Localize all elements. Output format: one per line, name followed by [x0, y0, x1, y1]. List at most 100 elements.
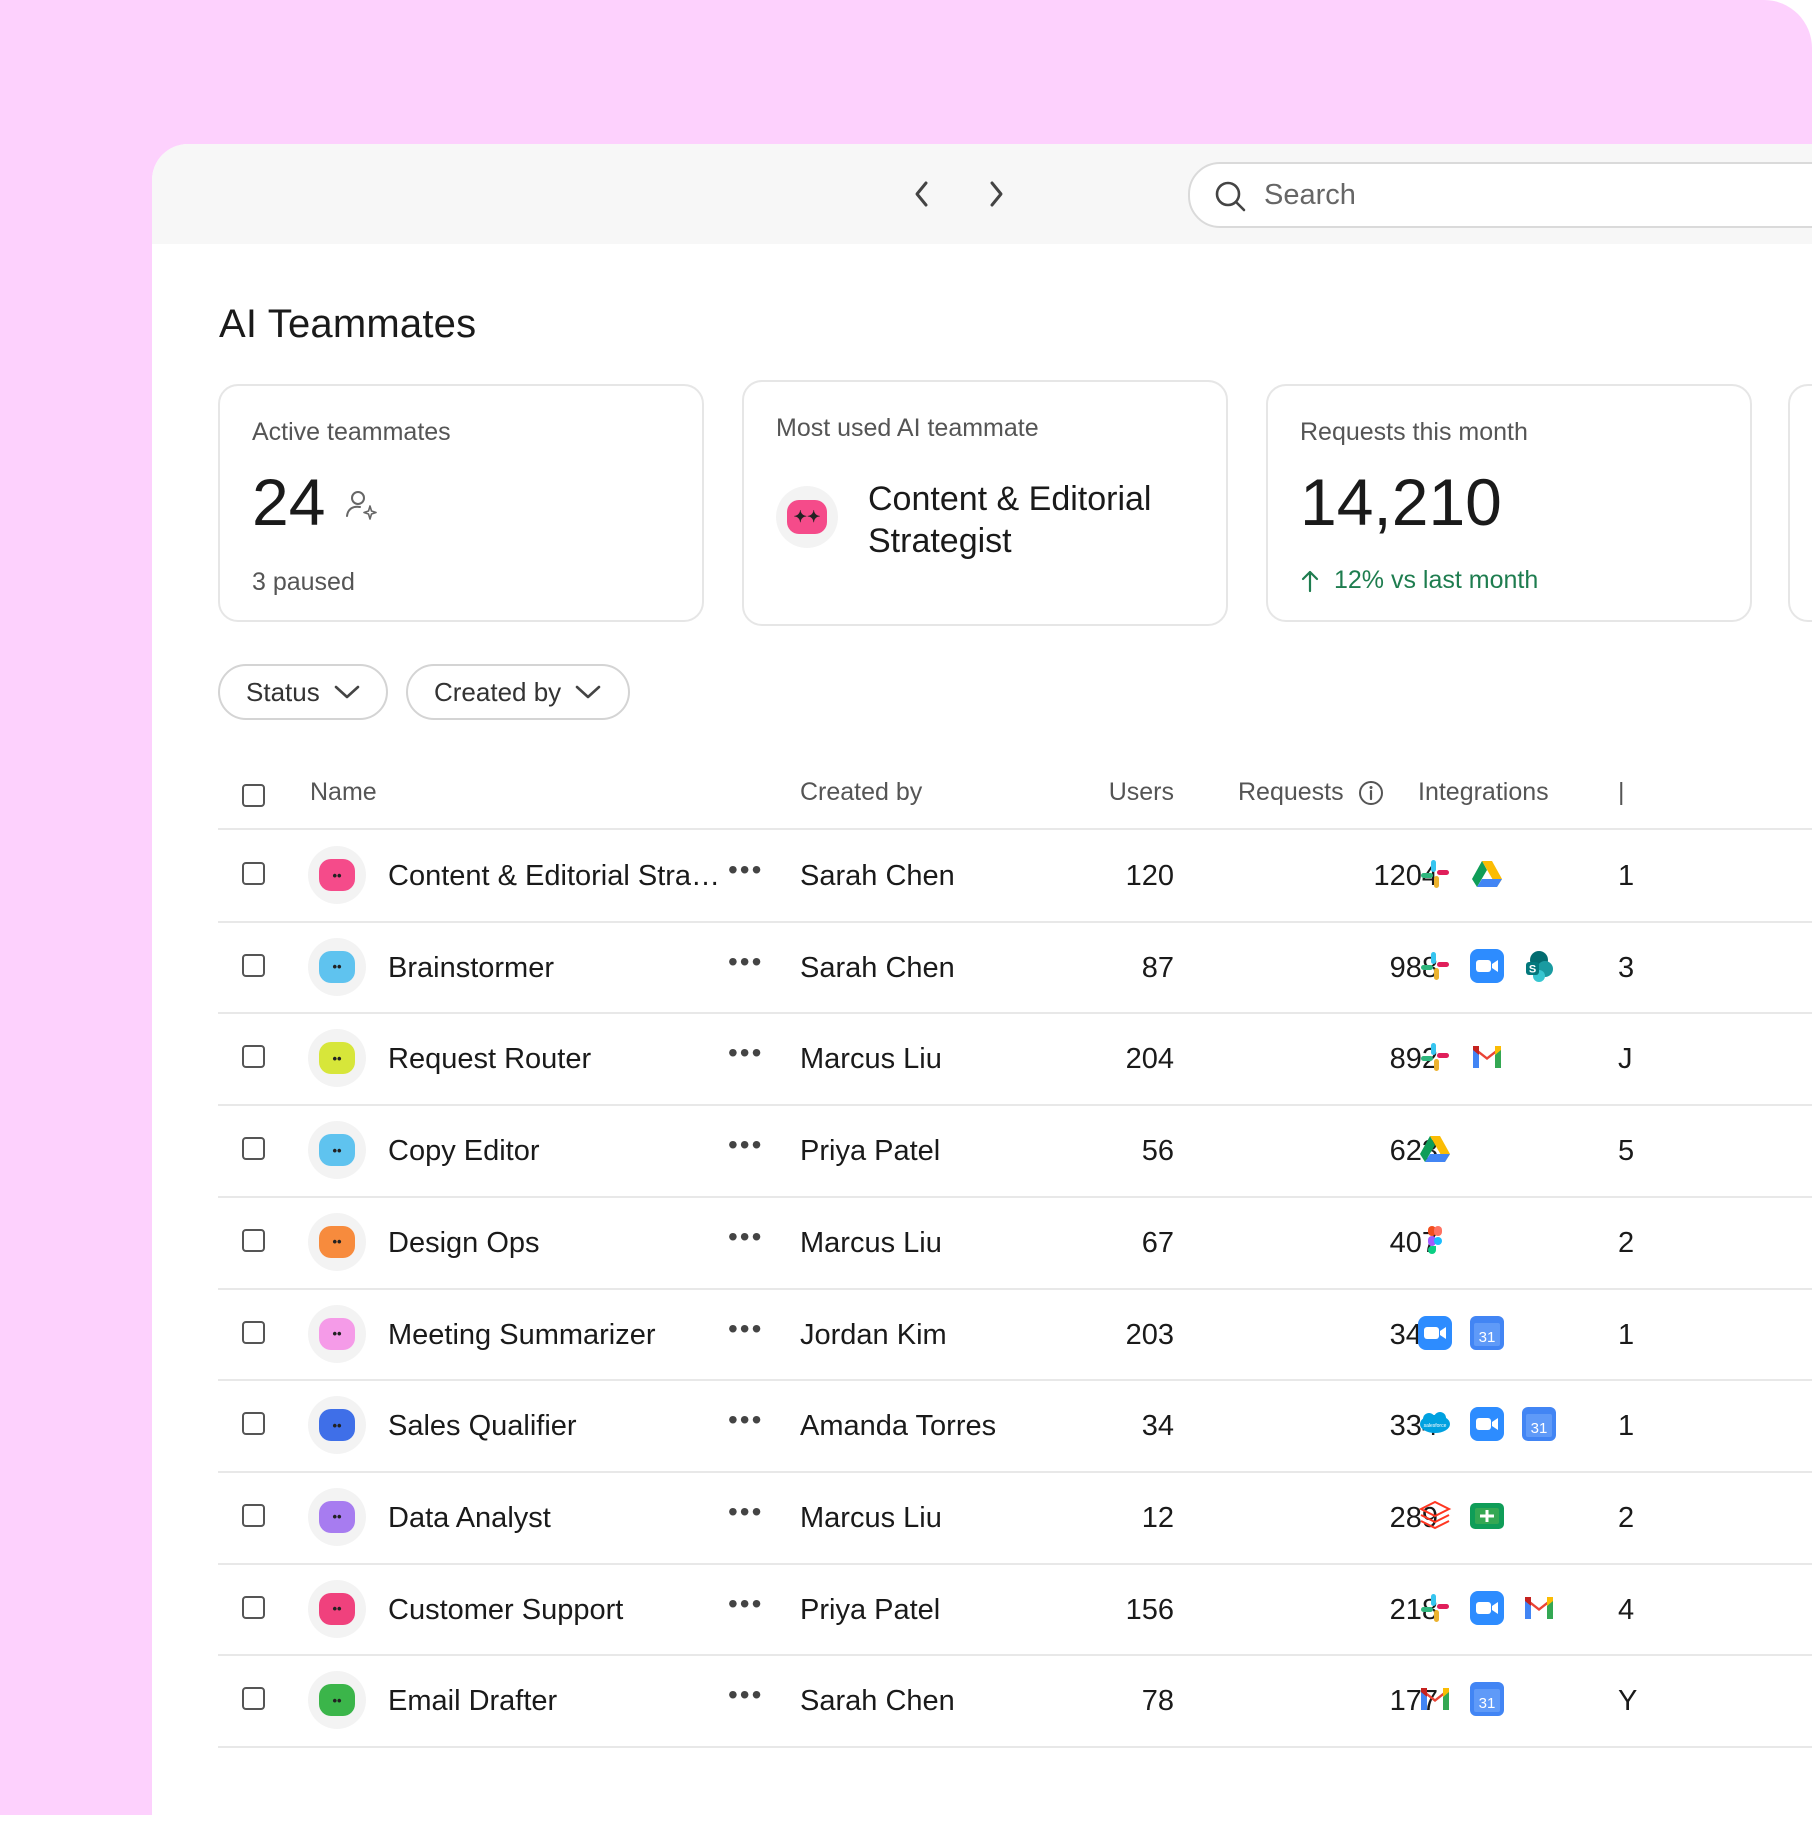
more-options-icon[interactable]: •••: [728, 854, 763, 886]
row-checkbox[interactable]: [242, 1320, 265, 1344]
more-options-icon[interactable]: •••: [728, 1404, 763, 1436]
row-checkbox[interactable]: [242, 1137, 265, 1161]
requests-cell: 334: [1389, 1410, 1438, 1443]
teammate-avatar: ••: [308, 937, 366, 996]
more-options-icon[interactable]: •••: [728, 1221, 763, 1253]
requests-cell: 892: [1389, 1043, 1438, 1076]
table-row[interactable]: •• Sales Qualifier ••• Amanda Torres 34 334 sa…: [218, 1380, 1812, 1470]
row-checkbox[interactable]: [242, 1228, 265, 1252]
more-options-icon[interactable]: •••: [728, 946, 763, 978]
teammate-name[interactable]: Email Drafter: [388, 1685, 728, 1718]
header-requests[interactable]: Requests: [1238, 778, 1384, 807]
header-users[interactable]: Users: [1044, 778, 1174, 807]
teammate-name[interactable]: Request Router: [388, 1043, 728, 1076]
requests-trend: 12% vs last month: [1300, 566, 1538, 595]
avatar-face-icon: ••: [319, 859, 355, 891]
created-by-cell: Jordan Kim: [800, 1318, 947, 1351]
created-by-cell: Priya Patel: [800, 1135, 941, 1168]
info-icon[interactable]: [1358, 780, 1384, 806]
created-by-cell: Sarah Chen: [800, 1685, 955, 1718]
search-input[interactable]: [1262, 174, 1812, 216]
forward-button[interactable]: [976, 174, 1016, 214]
figma-icon: [1418, 1224, 1452, 1258]
truncated-cell: 3: [1618, 951, 1635, 984]
chevron-right-icon: [990, 181, 1003, 207]
truncated-cell: 2: [1618, 1226, 1635, 1259]
google-drive-icon: [1418, 1132, 1452, 1166]
created-by-cell: Amanda Torres: [800, 1410, 997, 1443]
more-options-icon[interactable]: •••: [728, 1037, 763, 1069]
created-by-filter[interactable]: Created by: [406, 664, 630, 720]
row-checkbox[interactable]: [242, 862, 265, 885]
chevron-down-icon: [334, 685, 360, 699]
teammate-name[interactable]: Content & Editorial Strateg...: [388, 860, 728, 893]
table-row[interactable]: •• Email Drafter ••• Sarah Chen 78 177 31 Y: [218, 1655, 1812, 1745]
teammate-name[interactable]: Brainstormer: [388, 952, 728, 985]
row-checkbox[interactable]: [242, 1412, 265, 1436]
sharepoint-icon: S: [1522, 949, 1556, 983]
avatar-face-icon: ••: [319, 1042, 355, 1075]
table-row[interactable]: •• Data Analyst ••• Marcus Liu 12 289 2: [218, 1472, 1812, 1562]
more-options-icon[interactable]: •••: [728, 1679, 763, 1711]
avatar-face-icon: ••: [319, 1409, 355, 1442]
integrations-cell: [1418, 1499, 1504, 1533]
teammate-name[interactable]: Sales Qualifier: [388, 1410, 728, 1443]
back-button[interactable]: [902, 174, 942, 214]
requests-cell: 218: [1389, 1593, 1438, 1626]
table-row[interactable]: •• Meeting Summarizer ••• Jordan Kim 203 341 3…: [218, 1289, 1812, 1379]
table-row[interactable]: •• Content & Editorial Strateg... ••• Sarah…: [218, 830, 1812, 920]
status-filter-label: Status: [246, 676, 320, 707]
table-row[interactable]: •• Brainstormer ••• Sarah Chen 87 988 S 3: [218, 922, 1812, 1012]
teammate-name[interactable]: Meeting Summarizer: [388, 1319, 728, 1352]
integrations-cell: [1418, 1590, 1556, 1625]
databricks-icon: [1418, 1499, 1452, 1533]
row-checkbox[interactable]: [242, 1595, 265, 1619]
row-checkbox[interactable]: [242, 1503, 265, 1527]
avatar-face-icon: ••: [319, 1592, 355, 1625]
header-integrations[interactable]: Integrations: [1418, 778, 1549, 807]
created-by-cell: Priya Patel: [800, 1593, 941, 1626]
table-row[interactable]: •• Customer Support ••• Priya Patel 156 218 4: [218, 1564, 1812, 1654]
avatar-face-icon: ••: [319, 1317, 355, 1350]
table-row[interactable]: •• Request Router ••• Marcus Liu 204 892 J: [218, 1013, 1812, 1103]
trend-text: 12% vs last month: [1334, 566, 1539, 594]
more-options-icon[interactable]: •••: [728, 1313, 763, 1345]
status-filter[interactable]: Status: [218, 664, 388, 720]
salesforce-icon: salesforce: [1418, 1407, 1452, 1441]
teammate-name[interactable]: Data Analyst: [388, 1502, 728, 1535]
table-header: Name Created by Users Requests Integrati…: [218, 756, 1812, 836]
header-requests-label: Requests: [1238, 778, 1344, 806]
table-row[interactable]: •• Design Ops ••• Marcus Liu 67 407 2: [218, 1197, 1812, 1287]
search-box[interactable]: [1188, 162, 1812, 228]
integrations-cell: 31: [1418, 1315, 1504, 1350]
svg-text:31: 31: [1479, 1695, 1496, 1712]
created-by-cell: Marcus Liu: [800, 1043, 942, 1076]
truncated-cell: 1: [1618, 1410, 1635, 1443]
more-options-icon[interactable]: •••: [728, 1588, 763, 1620]
row-checkbox[interactable]: [242, 953, 265, 977]
more-options-icon[interactable]: •••: [728, 1496, 763, 1528]
requests-cell: 341: [1389, 1318, 1438, 1351]
row-checkbox[interactable]: [242, 1045, 265, 1069]
active-teammates-card: Active teammates 24 3 paused: [218, 384, 704, 622]
paused-count: 3 paused: [252, 568, 355, 596]
teammate-name[interactable]: Copy Editor: [388, 1135, 728, 1168]
users-cell: 12: [1141, 1501, 1174, 1534]
select-all-checkbox[interactable]: [242, 784, 265, 807]
header-created-by[interactable]: Created by: [800, 778, 922, 807]
active-count: 24: [252, 465, 326, 539]
requests-cell: 988: [1389, 951, 1438, 984]
users-cell: 203: [1125, 1318, 1174, 1351]
requests-cell: 1204: [1373, 860, 1438, 892]
google-drive-icon: [1470, 857, 1504, 891]
table-row[interactable]: •• Copy Editor ••• Priya Patel 56 623 5: [218, 1105, 1812, 1195]
avatar-face-icon: ••: [319, 1500, 355, 1533]
teammate-avatar: ✦✦: [776, 486, 838, 548]
header-name[interactable]: Name: [310, 778, 377, 807]
more-options-icon[interactable]: •••: [728, 1129, 763, 1161]
teammate-name[interactable]: Customer Support: [388, 1594, 728, 1627]
row-checkbox[interactable]: [242, 1687, 265, 1711]
teammate-name[interactable]: Design Ops: [388, 1227, 728, 1260]
zoom-icon: [1470, 1590, 1504, 1625]
truncated-cell: 1: [1618, 860, 1635, 892]
